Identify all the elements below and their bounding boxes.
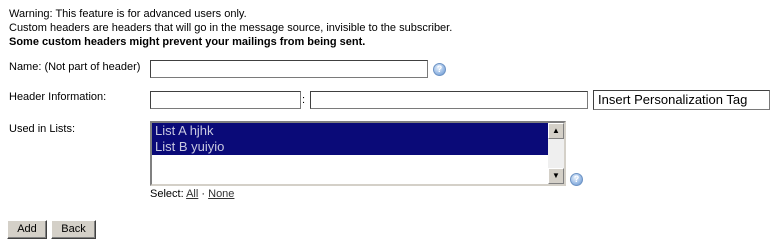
personalization-tag-select[interactable]: Insert Personalization Tag	[593, 90, 770, 110]
header-separator: :	[302, 94, 306, 106]
scroll-down-arrow-icon[interactable]: ▼	[548, 168, 564, 184]
back-button[interactable]: Back	[51, 220, 96, 239]
list-option[interactable]: List B yuiyio	[152, 139, 548, 155]
header-value-input[interactable]	[310, 91, 588, 109]
scrollbar[interactable]: ▲ ▼	[548, 123, 564, 184]
select-prefix: Select:	[150, 188, 184, 200]
lists-multiselect[interactable]: List A hjhk List B yuiyio ▲ ▼	[150, 121, 566, 186]
warning-block: Warning: This feature is for advanced us…	[9, 7, 452, 49]
warning-line: Custom headers are headers that will go …	[9, 22, 453, 34]
name-label: Name: (Not part of header)	[9, 61, 141, 73]
select-all-link[interactable]: All	[186, 188, 198, 200]
help-icon[interactable]: ?	[433, 63, 446, 76]
scroll-up-arrow-icon[interactable]: ▲	[548, 123, 564, 139]
name-input[interactable]	[150, 60, 428, 78]
warning-line-bold: Some custom headers might prevent your m…	[9, 36, 366, 48]
select-separator: ·	[201, 188, 206, 200]
select-none-link[interactable]: None	[208, 188, 234, 200]
header-name-input[interactable]	[150, 91, 301, 109]
select-links: Select: All · None	[150, 188, 234, 200]
header-information-label: Header Information:	[9, 91, 107, 103]
warning-line: Warning: This feature is for advanced us…	[9, 8, 247, 20]
used-in-lists-label: Used in Lists:	[9, 123, 76, 135]
add-button[interactable]: Add	[7, 220, 47, 239]
list-option[interactable]: List A hjhk	[152, 123, 548, 139]
help-icon[interactable]: ?	[570, 173, 583, 186]
